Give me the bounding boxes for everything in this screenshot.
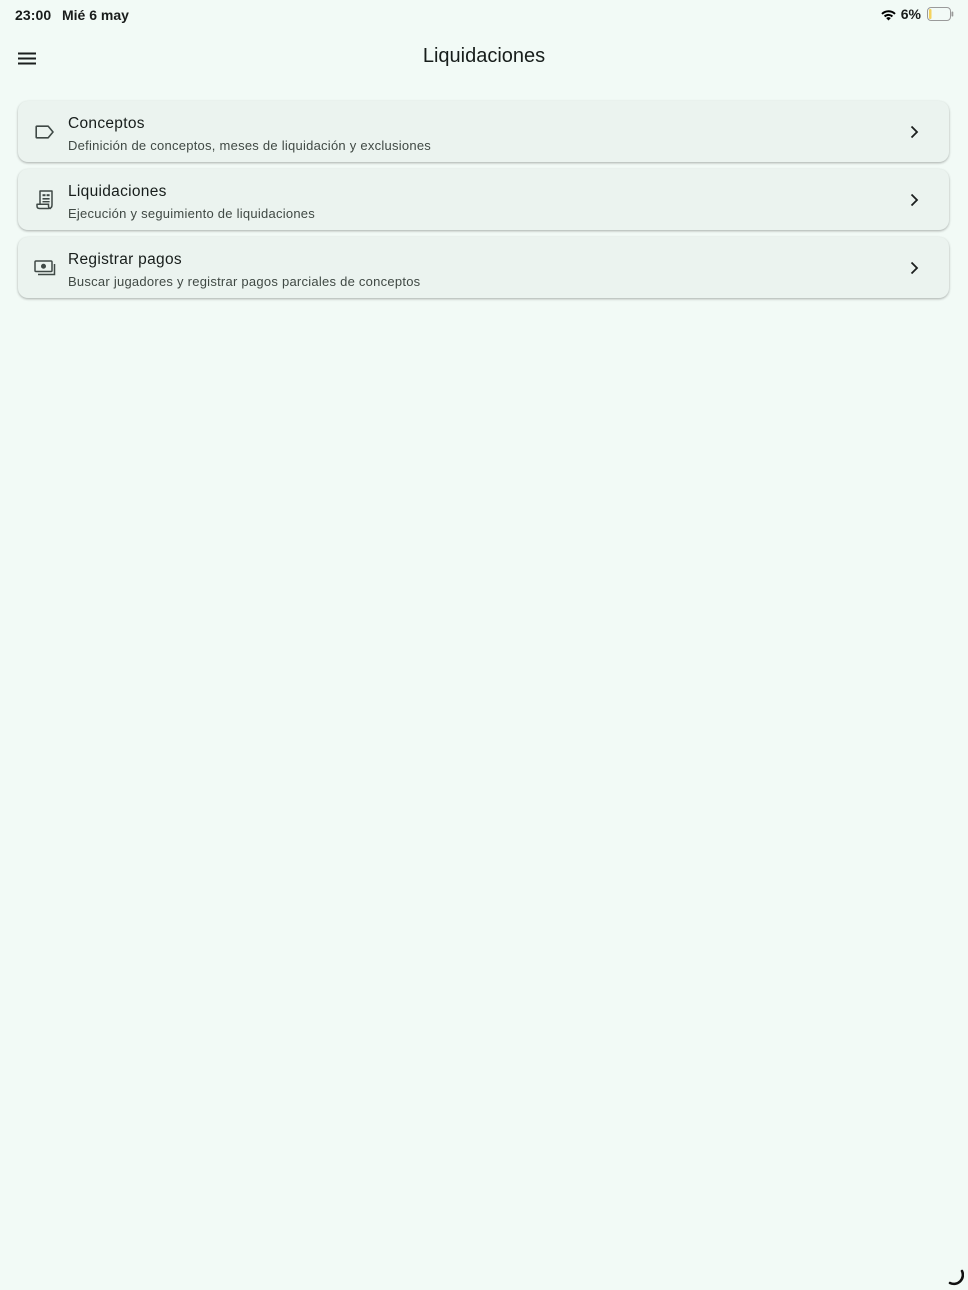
menu-list: Conceptos Definición de conceptos, meses…	[18, 101, 950, 305]
menu-item-conceptos[interactable]: Conceptos Definición de conceptos, meses…	[18, 101, 949, 162]
label-tag-icon	[34, 121, 56, 143]
page-title: Liquidaciones	[422, 45, 546, 67]
status-bar: 23:00 Mié 6 may 6%	[0, 0, 968, 30]
status-indicators: 6%	[880, 6, 954, 22]
status-date: Mié 6 may	[62, 7, 129, 23]
menu-item-subtitle: Definición de conceptos, meses de liquid…	[68, 138, 432, 153]
battery-low-icon	[927, 7, 954, 21]
menu-item-title: Registrar pagos	[68, 251, 182, 268]
menu-item-title: Liquidaciones	[68, 183, 167, 200]
battery-percent: 6%	[900, 6, 921, 22]
loading-spinner-icon	[948, 1269, 964, 1286]
payments-cash-icon	[34, 257, 56, 279]
chevron-right-icon	[910, 193, 919, 207]
wifi-icon	[881, 9, 896, 20]
menu-item-subtitle: Buscar jugadores y registrar pagos parci…	[68, 274, 421, 289]
chevron-right-icon	[910, 261, 919, 275]
menu-item-registrar-pagos[interactable]: Registrar pagos Buscar jugadores y regis…	[18, 237, 949, 298]
menu-item-liquidaciones[interactable]: Liquidaciones Ejecución y seguimiento de…	[18, 169, 949, 230]
receipt-document-icon	[34, 189, 56, 211]
menu-item-title: Conceptos	[68, 115, 145, 132]
app-bar: Liquidaciones	[0, 30, 968, 86]
status-time: 23:00	[15, 7, 52, 23]
menu-item-subtitle: Ejecución y seguimiento de liquidaciones	[68, 206, 316, 221]
chevron-right-icon	[910, 125, 919, 139]
